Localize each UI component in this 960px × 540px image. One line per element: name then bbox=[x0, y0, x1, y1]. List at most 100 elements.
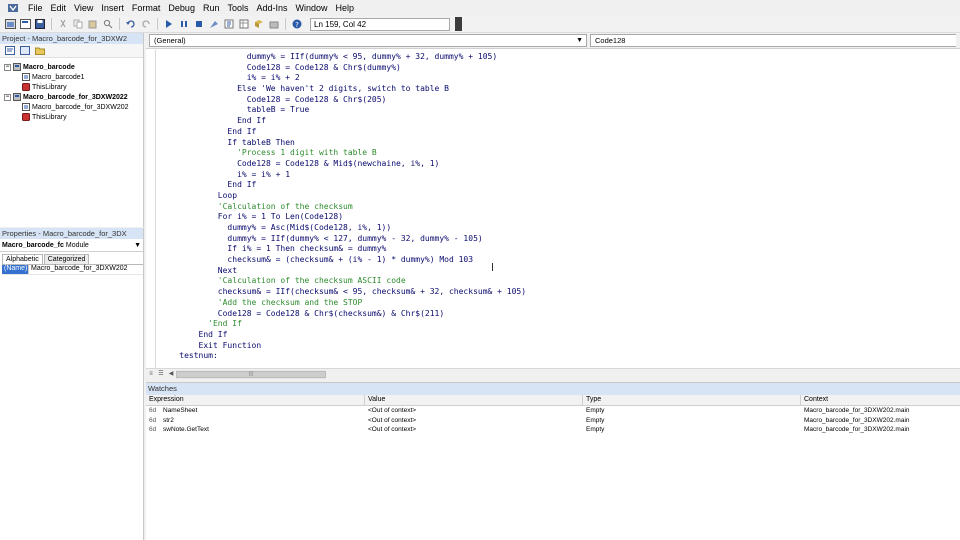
find-icon[interactable] bbox=[102, 18, 114, 30]
collapse-icon[interactable]: − bbox=[4, 93, 11, 101]
help-icon[interactable]: ? bbox=[291, 18, 303, 30]
code-line[interactable]: tableB = True bbox=[160, 105, 526, 116]
code-line[interactable]: End If bbox=[160, 127, 526, 138]
reset-icon[interactable] bbox=[193, 18, 205, 30]
menu-add-ins[interactable]: Add-Ins bbox=[252, 0, 291, 16]
scroll-thumb[interactable]: ||| bbox=[176, 370, 326, 378]
collapse-icon[interactable]: − bbox=[4, 63, 11, 71]
code-line[interactable]: i% = i% + 2 bbox=[160, 73, 526, 84]
tree-node-module[interactable]: Macro_barcode1 bbox=[0, 72, 143, 82]
toolbar-overflow-grip[interactable] bbox=[455, 17, 462, 31]
view-module-icon[interactable]: ☰ bbox=[156, 369, 166, 379]
object-browser-icon[interactable] bbox=[253, 18, 265, 30]
insert-module-icon[interactable] bbox=[19, 18, 31, 30]
menu-view[interactable]: View bbox=[70, 0, 97, 16]
project-pane-title: Project - Macro_barcode_for_3DXW2 bbox=[0, 33, 143, 44]
view-procedure-icon[interactable]: ≡ bbox=[146, 369, 156, 379]
project-explorer-icon[interactable] bbox=[223, 18, 235, 30]
dropdown-arrow-icon[interactable]: ▼ bbox=[134, 242, 141, 249]
code-line[interactable]: dummy% = IIf(dummy% < 127, dummy% - 32, … bbox=[160, 234, 526, 245]
menu-run[interactable]: Run bbox=[199, 0, 224, 16]
code-line[interactable]: End If bbox=[160, 116, 526, 127]
code-line[interactable]: If tableB Then bbox=[160, 138, 526, 149]
code-line[interactable]: 'Add the checksum and the STOP bbox=[160, 298, 526, 309]
code-line[interactable]: End If bbox=[160, 330, 526, 341]
vba-editor-window: File Edit View Insert Format Debug Run T… bbox=[0, 0, 960, 540]
toggle-folders-icon[interactable] bbox=[34, 45, 46, 57]
toolbox-icon[interactable] bbox=[268, 18, 280, 30]
column-header-context[interactable]: Context bbox=[801, 395, 960, 405]
menu-edit[interactable]: Edit bbox=[47, 0, 71, 16]
tree-node-project[interactable]: − Macro_barcode_for_3DXW2022 bbox=[0, 92, 143, 102]
run-icon[interactable] bbox=[163, 18, 175, 30]
code-line[interactable]: checksum& = (checksum& + (i% - 1) * dumm… bbox=[160, 255, 526, 266]
paste-icon[interactable] bbox=[87, 18, 99, 30]
properties-pane-title: Properties - Macro_barcode_for_3DX bbox=[0, 228, 143, 239]
code-line[interactable]: Exit Function bbox=[160, 341, 526, 352]
watch-row[interactable]: 6d str2 <Out of context> Empty Macro_barcode… bbox=[146, 416, 960, 426]
save-icon[interactable] bbox=[34, 18, 46, 30]
break-icon[interactable] bbox=[178, 18, 190, 30]
watch-row[interactable]: 6d NameSheet <Out of context> Empty Macro_ba… bbox=[146, 406, 960, 416]
column-header-expression[interactable]: Expression bbox=[146, 395, 365, 405]
cut-icon[interactable] bbox=[57, 18, 69, 30]
copy-icon[interactable] bbox=[72, 18, 84, 30]
scroll-track[interactable]: ||| bbox=[176, 369, 326, 379]
menu-help[interactable]: Help bbox=[332, 0, 359, 16]
code-line[interactable]: Code128 = Code128 & Chr$(checksum&) & Ch… bbox=[160, 309, 526, 320]
code-line[interactable]: Loop bbox=[160, 191, 526, 202]
code-line[interactable]: Code128 = Code128 & Chr$(dummy%) bbox=[160, 63, 526, 74]
view-code-icon[interactable] bbox=[4, 45, 16, 57]
code-line[interactable]: i% = i% + 1 bbox=[160, 170, 526, 181]
scroll-left-icon[interactable]: ◀ bbox=[166, 369, 176, 379]
properties-window-icon[interactable] bbox=[238, 18, 250, 30]
dropdown-arrow-icon[interactable]: ▼ bbox=[576, 35, 583, 46]
code-line[interactable]: Code128 = Code128 & Chr$(205) bbox=[160, 95, 526, 106]
tree-node-project[interactable]: − Macro_barcode bbox=[0, 62, 143, 72]
redo-icon[interactable] bbox=[140, 18, 152, 30]
tree-node-library[interactable]: ThisLibrary bbox=[0, 82, 143, 92]
properties-object-select[interactable]: Macro_barcode_fc Module ▼ bbox=[0, 239, 143, 252]
column-header-type[interactable]: Type bbox=[583, 395, 801, 405]
procedure-combo[interactable]: Code128 bbox=[590, 34, 956, 47]
code-line[interactable]: testnum: bbox=[160, 351, 526, 362]
code-line[interactable]: dummy% = Asc(Mid$(Code128, i%, 1)) bbox=[160, 223, 526, 234]
code-line[interactable]: 'Calculation of the checksum ASCII code bbox=[160, 276, 526, 287]
property-row[interactable]: (Name) Macro_barcode_for_3DXW202 bbox=[2, 265, 143, 275]
watch-value: <Out of context> bbox=[368, 426, 417, 433]
code-line[interactable]: Else 'We haven't 2 digits, switch to tab… bbox=[160, 84, 526, 95]
code-line[interactable]: 'End If bbox=[160, 319, 526, 330]
design-mode-icon[interactable] bbox=[208, 18, 220, 30]
code-line[interactable]: Code128 = Code128 & Mid$(newchaine, i%, … bbox=[160, 159, 526, 170]
vba-app-icon[interactable] bbox=[6, 2, 20, 14]
menu-tools[interactable]: Tools bbox=[223, 0, 252, 16]
menu-format[interactable]: Format bbox=[128, 0, 165, 16]
breakpoint-margin[interactable] bbox=[146, 50, 156, 368]
column-header-value[interactable]: Value bbox=[365, 395, 583, 405]
code-line[interactable]: If i% = 1 Then checksum& = dummy% bbox=[160, 244, 526, 255]
watch-row[interactable]: 6d swNote.GetText <Out of context> Empty Mac… bbox=[146, 425, 960, 435]
menu-insert[interactable]: Insert bbox=[97, 0, 128, 16]
tree-node-module[interactable]: Macro_barcode_for_3DXW202 bbox=[0, 102, 143, 112]
code-line[interactable]: dummy% = IIf(dummy% < 95, dummy% + 32, d… bbox=[160, 52, 526, 63]
menu-file[interactable]: File bbox=[24, 0, 47, 16]
code-line[interactable]: For i% = 1 To Len(Code128) bbox=[160, 212, 526, 223]
view-host-icon[interactable] bbox=[4, 18, 16, 30]
tab-alphabetic[interactable]: Alphabetic bbox=[2, 254, 43, 264]
code-line[interactable]: 'Process 1 digit with table B bbox=[160, 148, 526, 159]
tree-node-library[interactable]: ThisLibrary bbox=[0, 112, 143, 122]
property-value[interactable]: Macro_barcode_for_3DXW202 bbox=[28, 265, 128, 274]
menu-window[interactable]: Window bbox=[292, 0, 332, 16]
view-object-icon[interactable] bbox=[19, 45, 31, 57]
code-line[interactable]: 'Calculation of the checksum bbox=[160, 202, 526, 213]
tab-categorized[interactable]: Categorized bbox=[43, 254, 90, 264]
object-combo[interactable]: (General) ▼ bbox=[149, 34, 587, 47]
code-line[interactable]: Next bbox=[160, 266, 526, 277]
code-editor[interactable]: dummy% = IIf(dummy% < 95, dummy% + 32, d… bbox=[146, 50, 960, 368]
code-line[interactable]: checksum& = IIf(checksum& < 95, checksum… bbox=[160, 287, 526, 298]
menu-debug[interactable]: Debug bbox=[164, 0, 199, 16]
undo-icon[interactable] bbox=[125, 18, 137, 30]
code-line[interactable]: End If bbox=[160, 180, 526, 191]
code-horizontal-scrollbar[interactable]: ≡ ☰ ◀ ||| bbox=[146, 368, 960, 379]
watch-context: Macro_barcode_for_3DXW202.main bbox=[804, 416, 910, 424]
